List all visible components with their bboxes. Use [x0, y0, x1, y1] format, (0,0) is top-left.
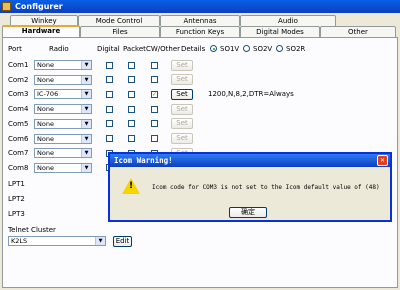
so-label-so2r: SO2R: [286, 45, 306, 53]
telnet-edit-button[interactable]: Edit: [113, 236, 132, 247]
chevron-down-icon[interactable]: ▼: [81, 149, 91, 158]
com4-label: Com4: [8, 105, 29, 114]
com3-cw-checkbox[interactable]: ✓: [151, 90, 158, 98]
close-icon[interactable]: ✕: [377, 155, 388, 166]
header-radio: Radio: [49, 45, 69, 53]
ok-button[interactable]: 确定: [229, 207, 267, 218]
com7-label: Com7: [8, 149, 29, 158]
window-title-bar[interactable]: Configurer: [0, 0, 400, 13]
com1-packet-checkbox[interactable]: [128, 61, 135, 69]
com2-radio-value: None: [37, 75, 54, 84]
tab-mode-control[interactable]: Mode Control: [78, 15, 160, 26]
chevron-down-icon[interactable]: ▼: [81, 75, 91, 84]
com1-digital-checkbox[interactable]: [106, 61, 113, 69]
com6-radio-select[interactable]: None ▼: [34, 133, 92, 144]
com5-radio-value: None: [37, 119, 54, 128]
tab-audio[interactable]: Audio: [240, 15, 336, 26]
com6-label: Com6: [8, 134, 29, 143]
com5-set-button[interactable]: Set: [171, 118, 193, 130]
com2-packet-checkbox[interactable]: [128, 76, 135, 84]
com4-digital-checkbox[interactable]: [106, 105, 113, 113]
com6-set-button[interactable]: Set: [171, 133, 193, 144]
chevron-down-icon[interactable]: ▼: [81, 134, 91, 143]
header-digital: Digital: [97, 45, 120, 53]
com8-label: Com8: [8, 163, 29, 172]
dialog-title: Icom Warning!: [114, 156, 173, 165]
com2-label: Com2: [8, 75, 29, 84]
chevron-down-icon[interactable]: ▼: [81, 61, 91, 69]
com2-set-button[interactable]: Set: [171, 74, 193, 86]
so-radio-so2v[interactable]: [243, 45, 250, 52]
com3-digital-checkbox[interactable]: [106, 90, 113, 98]
telnet-cluster-select[interactable]: K2LS ▼: [8, 236, 106, 246]
com6-radio-value: None: [37, 134, 54, 143]
com5-cw-checkbox[interactable]: [151, 120, 158, 128]
header-details: Details: [181, 45, 206, 53]
com2-digital-checkbox[interactable]: [106, 76, 113, 84]
header-cw-other: CW/Other: [146, 45, 181, 53]
com4-set-button[interactable]: Set: [171, 103, 193, 115]
com1-radio-value: None: [37, 61, 54, 69]
com3-label: Com3: [8, 90, 29, 99]
chevron-down-icon[interactable]: ▼: [81, 90, 91, 99]
tab-files[interactable]: Files: [80, 26, 160, 37]
tab-digital-modes[interactable]: Digital Modes: [240, 26, 320, 37]
com2-cw-checkbox[interactable]: [151, 76, 158, 84]
com3-packet-checkbox[interactable]: [128, 90, 135, 98]
com8-radio-select[interactable]: None ▼: [34, 162, 92, 173]
com4-cw-checkbox[interactable]: [151, 105, 158, 113]
app-icon: [2, 2, 11, 11]
com1-label: Com1: [8, 61, 29, 69]
com4-radio-value: None: [37, 105, 54, 114]
com5-radio-select[interactable]: None ▼: [34, 118, 92, 129]
lpt3-label: LPT3: [8, 210, 25, 218]
com7-radio-value: None: [37, 149, 54, 158]
tab-function-keys[interactable]: Function Keys: [160, 26, 240, 37]
chevron-down-icon[interactable]: ▼: [95, 237, 105, 245]
so-radio-so2r[interactable]: [276, 45, 283, 52]
header-packet: Packet: [123, 45, 146, 53]
com5-digital-checkbox[interactable]: [106, 120, 113, 128]
com3-radio-select[interactable]: IC-706 ▼: [34, 89, 92, 100]
lpt2-label: LPT2: [8, 195, 25, 203]
com4-radio-select[interactable]: None ▼: [34, 104, 92, 115]
com5-label: Com5: [8, 119, 29, 128]
com1-cw-checkbox[interactable]: [151, 61, 158, 69]
chevron-down-icon[interactable]: ▼: [81, 119, 91, 128]
com3-set-button[interactable]: Set: [171, 88, 193, 100]
com1-radio-select[interactable]: None ▼: [34, 60, 92, 70]
so-label-so2v: SO2V: [253, 45, 273, 53]
header-port: Port: [8, 45, 22, 53]
com6-packet-checkbox[interactable]: [128, 135, 135, 142]
com3-details: 1200,N,8,2,DTR=Always: [208, 90, 294, 99]
com1-set-button[interactable]: Set: [171, 59, 193, 71]
warning-icon: !: [122, 178, 140, 194]
com8-radio-value: None: [37, 163, 54, 172]
so-label-so1v: SO1V: [220, 45, 240, 53]
com6-digital-checkbox[interactable]: [106, 135, 113, 142]
chevron-down-icon[interactable]: ▼: [81, 105, 91, 114]
com3-radio-value: IC-706: [37, 90, 59, 99]
so-radio-so1v[interactable]: [210, 45, 217, 52]
tab-other[interactable]: Other: [320, 26, 396, 37]
com7-radio-select[interactable]: None ▼: [34, 148, 92, 159]
chevron-down-icon[interactable]: ▼: [81, 163, 91, 172]
dialog-title-bar[interactable]: Icom Warning! ✕: [110, 154, 390, 167]
telnet-cluster-value: K2LS: [11, 237, 28, 245]
com5-packet-checkbox[interactable]: [128, 120, 135, 128]
telnet-cluster-label: Telnet Cluster: [8, 226, 56, 234]
icom-warning-dialog: Icom Warning! ✕ ! Icom code for COM3 is …: [108, 152, 392, 222]
window-title: Configurer: [15, 2, 63, 11]
tab-antennas[interactable]: Antennas: [160, 15, 240, 26]
com4-packet-checkbox[interactable]: [128, 105, 135, 113]
tab-hardware[interactable]: Hardware: [2, 25, 80, 37]
com6-cw-checkbox[interactable]: [151, 135, 158, 142]
lpt1-label: LPT1: [8, 180, 25, 188]
com2-radio-select[interactable]: None ▼: [34, 74, 92, 85]
dialog-message: Icom code for COM3 is not set to the Ico…: [152, 184, 380, 191]
